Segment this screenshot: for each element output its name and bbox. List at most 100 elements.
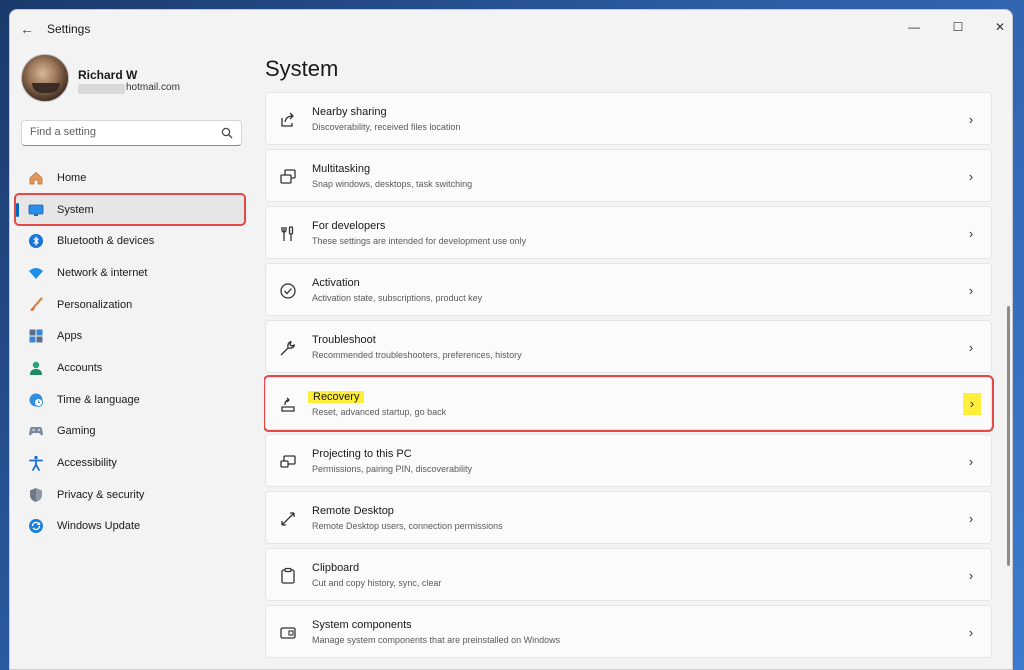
globe-clock-icon xyxy=(29,393,43,407)
home-icon xyxy=(29,171,43,185)
card-title: Troubleshoot xyxy=(312,334,376,346)
sidebar-item-label: Accessibility xyxy=(57,457,117,470)
card-title: Multitasking xyxy=(312,163,371,175)
app-title: Settings xyxy=(47,22,91,36)
card-subtitle: Discoverability, received files location xyxy=(312,122,461,132)
card-subtitle: Reset, advanced startup, go back xyxy=(312,407,447,417)
card-subtitle: Remote Desktop users, connection permiss… xyxy=(312,521,503,531)
sidebar-item-bluetooth[interactable]: Bluetooth & devices xyxy=(15,225,245,257)
sidebar-item-gaming[interactable]: Gaming xyxy=(15,416,245,448)
wrench-icon xyxy=(280,340,296,356)
chevron-right-icon: › xyxy=(968,283,974,298)
setting-card-troubleshoot[interactable]: Troubleshoot Recommended troubleshooters… xyxy=(265,320,992,373)
gamepad-icon xyxy=(29,427,43,436)
sidebar-item-windows-update[interactable]: Windows Update xyxy=(15,511,245,543)
windows-update-icon xyxy=(29,519,43,534)
settings-list: Nearby sharing Discoverability, received… xyxy=(264,90,996,669)
clipboard-icon xyxy=(281,567,295,584)
sidebar-item-home[interactable]: Home xyxy=(15,162,245,194)
setting-card-activation[interactable]: Activation Activation state, subscriptio… xyxy=(265,263,992,316)
card-subtitle: Manage system components that are preins… xyxy=(312,635,561,645)
chevron-right-icon: › xyxy=(968,454,974,469)
apps-icon xyxy=(29,329,43,343)
sidebar-item-label: Privacy & security xyxy=(57,488,145,501)
setting-card-recovery[interactable]: Recovery Reset, advanced startup, go bac… xyxy=(264,375,994,432)
card-title: Activation xyxy=(312,277,360,289)
card-title: Projecting to this PC xyxy=(312,448,412,460)
chevron-right-icon[interactable]: › xyxy=(963,393,981,415)
card-subtitle: Cut and copy history, sync, clear xyxy=(312,578,442,588)
settings-window: ← Settings — ☐ ✕ Richard W hotmail.com H… xyxy=(9,9,1013,670)
card-subtitle: Snap windows, desktops, task switching xyxy=(312,179,473,189)
bluetooth-icon xyxy=(29,234,43,249)
card-subtitle: Recommended troubleshooters, preferences… xyxy=(312,350,522,360)
chevron-right-icon: › xyxy=(968,112,974,127)
setting-card-system-components[interactable]: System components Manage system componen… xyxy=(265,605,992,658)
sidebar-item-label: Windows Update xyxy=(57,520,141,533)
sidebar-item-label: Time & language xyxy=(57,393,140,406)
accessibility-icon xyxy=(29,455,43,471)
sidebar-item-accessibility[interactable]: Accessibility xyxy=(15,447,245,479)
setting-card-for-developers[interactable]: For developers These settings are intend… xyxy=(265,206,992,259)
search-box[interactable] xyxy=(21,120,242,146)
sidebar-nav: Home System Bluetooth & devices Network … xyxy=(14,162,246,543)
accounts-icon xyxy=(30,361,42,375)
chevron-right-icon: › xyxy=(968,511,974,526)
setting-card-projecting[interactable]: Projecting to this PC Permissions, pairi… xyxy=(265,434,992,487)
sidebar-item-personalization[interactable]: Personalization xyxy=(15,289,245,321)
sidebar-item-time-language[interactable]: Time & language xyxy=(15,384,245,416)
close-button[interactable]: ✕ xyxy=(982,14,1012,40)
sidebar-item-network[interactable]: Network & internet xyxy=(15,257,245,289)
share-icon xyxy=(281,112,294,127)
wifi-icon xyxy=(29,267,43,279)
sidebar-item-label: System xyxy=(57,203,94,216)
sidebar-item-label: Gaming xyxy=(57,425,96,438)
search-input[interactable] xyxy=(30,126,210,138)
minimize-button[interactable]: — xyxy=(896,14,932,40)
activation-check-icon xyxy=(280,283,296,299)
card-title: Clipboard xyxy=(312,562,360,574)
sidebar-item-label: Apps xyxy=(57,330,83,343)
system-icon xyxy=(28,204,44,216)
sidebar-item-label: Accounts xyxy=(57,361,103,374)
search-icon[interactable] xyxy=(221,127,233,139)
multitasking-icon xyxy=(280,169,296,184)
page-title: System xyxy=(265,56,339,81)
sidebar-item-accounts[interactable]: Accounts xyxy=(15,352,245,384)
card-subtitle: Activation state, subscriptions, product… xyxy=(312,293,483,303)
email-redaction xyxy=(78,84,125,94)
card-title: Nearby sharing xyxy=(312,106,387,118)
setting-card-clipboard[interactable]: Clipboard Cut and copy history, sync, cl… xyxy=(265,548,992,601)
setting-card-nearby-sharing[interactable]: Nearby sharing Discoverability, received… xyxy=(265,92,992,145)
sidebar-item-label: Bluetooth & devices xyxy=(57,235,155,248)
sidebar-item-label: Personalization xyxy=(57,298,133,311)
system-components-icon xyxy=(280,627,296,639)
maximize-button[interactable]: ☐ xyxy=(940,14,976,40)
sidebar-item-label: Home xyxy=(57,171,87,184)
recovery-icon xyxy=(281,397,295,412)
setting-card-remote-desktop[interactable]: Remote Desktop Remote Desktop users, con… xyxy=(265,491,992,544)
setting-card-multitasking[interactable]: Multitasking Snap windows, desktops, tas… xyxy=(265,149,992,202)
developer-tools-icon xyxy=(281,226,294,241)
shield-icon xyxy=(30,487,42,502)
profile-name: Richard W xyxy=(78,68,138,82)
profile-email: hotmail.com xyxy=(126,82,180,93)
avatar[interactable] xyxy=(21,54,69,102)
chevron-right-icon: › xyxy=(968,226,974,241)
vertical-scrollbar[interactable] xyxy=(1007,306,1010,566)
card-title: For developers xyxy=(312,220,386,232)
projecting-icon xyxy=(280,455,296,468)
sidebar-item-apps[interactable]: Apps xyxy=(15,320,245,352)
sidebar-item-system[interactable]: System xyxy=(14,192,246,227)
back-arrow-icon[interactable]: ← xyxy=(18,20,36,38)
chevron-right-icon: › xyxy=(968,568,974,583)
card-title: Recovery xyxy=(308,391,365,403)
card-subtitle: These settings are intended for developm… xyxy=(312,236,527,246)
card-subtitle: Permissions, pairing PIN, discoverabilit… xyxy=(312,464,473,474)
sidebar-item-label: Network & internet xyxy=(57,266,148,279)
remote-desktop-icon xyxy=(281,512,295,526)
brush-icon xyxy=(30,296,43,311)
card-title: System components xyxy=(312,619,412,631)
chevron-right-icon: › xyxy=(968,169,974,184)
sidebar-item-privacy-security[interactable]: Privacy & security xyxy=(15,479,245,511)
